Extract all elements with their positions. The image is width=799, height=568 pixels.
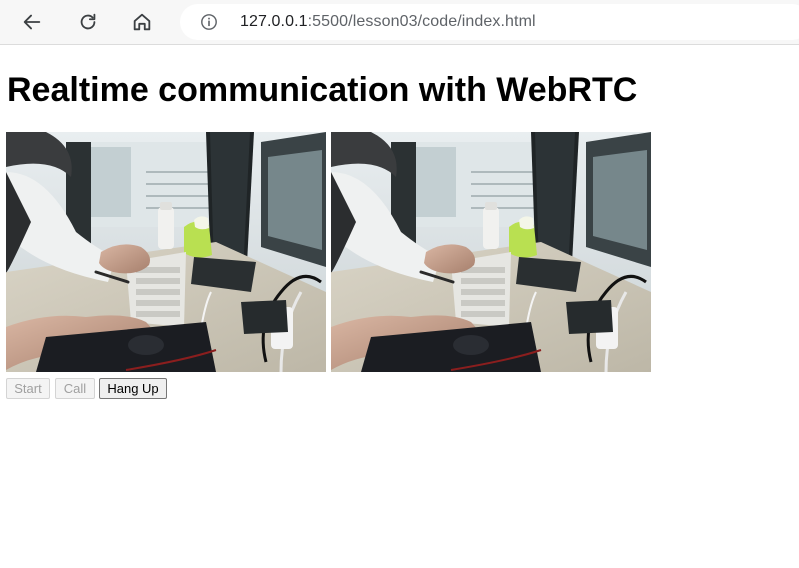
back-button[interactable] xyxy=(16,6,48,38)
reload-button[interactable] xyxy=(72,6,104,38)
url-host: 127.0.0.1 xyxy=(240,13,308,30)
home-icon xyxy=(133,13,151,31)
info-icon[interactable] xyxy=(200,13,218,31)
remote-video xyxy=(331,132,651,372)
reload-icon xyxy=(80,13,96,30)
home-button[interactable] xyxy=(126,6,158,38)
local-video xyxy=(6,132,326,372)
url-path: :5500/lesson03/code/index.html xyxy=(307,13,536,30)
call-button[interactable]: Call xyxy=(55,378,95,399)
address-bar[interactable]: 127.0.0.1:5500/lesson03/code/index.html xyxy=(180,4,799,40)
hang-up-button[interactable]: Hang Up xyxy=(99,378,167,399)
url-text[interactable]: 127.0.0.1:5500/lesson03/code/index.html xyxy=(240,13,536,31)
browser-toolbar: 127.0.0.1:5500/lesson03/code/index.html xyxy=(0,0,799,45)
arrow-left-icon xyxy=(23,14,41,30)
page-title: Realtime communication with WebRTC xyxy=(7,71,638,109)
start-button[interactable]: Start xyxy=(6,378,50,399)
webcam-frame xyxy=(6,132,326,372)
webcam-frame xyxy=(331,132,651,372)
